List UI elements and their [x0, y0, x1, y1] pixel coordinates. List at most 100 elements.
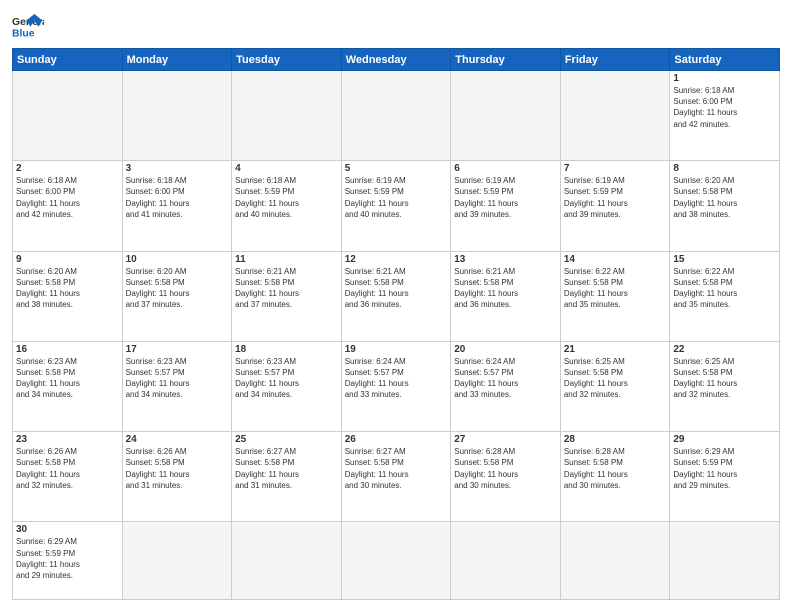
calendar-day-cell: 25Sunrise: 6:27 AM Sunset: 5:58 PM Dayli…: [232, 432, 342, 522]
calendar-day-cell: [451, 71, 561, 161]
day-info: Sunrise: 6:20 AM Sunset: 5:58 PM Dayligh…: [673, 175, 776, 220]
day-number: 25: [235, 434, 338, 445]
day-number: 12: [345, 254, 448, 265]
day-number: 22: [673, 344, 776, 355]
day-number: 24: [126, 434, 229, 445]
day-info: Sunrise: 6:18 AM Sunset: 6:00 PM Dayligh…: [673, 85, 776, 130]
calendar-day-cell: [451, 522, 561, 600]
day-info: Sunrise: 6:28 AM Sunset: 5:58 PM Dayligh…: [564, 446, 667, 491]
day-info: Sunrise: 6:22 AM Sunset: 5:58 PM Dayligh…: [564, 266, 667, 311]
day-info: Sunrise: 6:23 AM Sunset: 5:58 PM Dayligh…: [16, 356, 119, 401]
day-number: 29: [673, 434, 776, 445]
calendar-day-cell: 27Sunrise: 6:28 AM Sunset: 5:58 PM Dayli…: [451, 432, 561, 522]
day-info: Sunrise: 6:23 AM Sunset: 5:57 PM Dayligh…: [126, 356, 229, 401]
calendar-day-cell: 29Sunrise: 6:29 AM Sunset: 5:59 PM Dayli…: [670, 432, 780, 522]
calendar-day-cell: 1Sunrise: 6:18 AM Sunset: 6:00 PM Daylig…: [670, 71, 780, 161]
day-info: Sunrise: 6:21 AM Sunset: 5:58 PM Dayligh…: [345, 266, 448, 311]
calendar-day-cell: [560, 71, 670, 161]
day-number: 26: [345, 434, 448, 445]
day-info: Sunrise: 6:27 AM Sunset: 5:58 PM Dayligh…: [235, 446, 338, 491]
day-info: Sunrise: 6:22 AM Sunset: 5:58 PM Dayligh…: [673, 266, 776, 311]
calendar-day-cell: 18Sunrise: 6:23 AM Sunset: 5:57 PM Dayli…: [232, 341, 342, 431]
calendar-day-cell: 10Sunrise: 6:20 AM Sunset: 5:58 PM Dayli…: [122, 251, 232, 341]
day-number: 30: [16, 524, 119, 535]
calendar-day-cell: 9Sunrise: 6:20 AM Sunset: 5:58 PM Daylig…: [13, 251, 123, 341]
weekday-header-tuesday: Tuesday: [232, 49, 342, 71]
day-info: Sunrise: 6:18 AM Sunset: 5:59 PM Dayligh…: [235, 175, 338, 220]
page: General Blue SundayMondayTuesdayWednesda…: [0, 0, 792, 612]
calendar-day-cell: [122, 71, 232, 161]
day-number: 7: [564, 163, 667, 174]
calendar-day-cell: 6Sunrise: 6:19 AM Sunset: 5:59 PM Daylig…: [451, 161, 561, 251]
day-info: Sunrise: 6:23 AM Sunset: 5:57 PM Dayligh…: [235, 356, 338, 401]
calendar-day-cell: 5Sunrise: 6:19 AM Sunset: 5:59 PM Daylig…: [341, 161, 451, 251]
calendar-week-row: 9Sunrise: 6:20 AM Sunset: 5:58 PM Daylig…: [13, 251, 780, 341]
weekday-header-monday: Monday: [122, 49, 232, 71]
day-info: Sunrise: 6:24 AM Sunset: 5:57 PM Dayligh…: [345, 356, 448, 401]
day-number: 1: [673, 73, 776, 84]
day-info: Sunrise: 6:25 AM Sunset: 5:58 PM Dayligh…: [673, 356, 776, 401]
calendar-day-cell: 20Sunrise: 6:24 AM Sunset: 5:57 PM Dayli…: [451, 341, 561, 431]
calendar-day-cell: [341, 71, 451, 161]
day-number: 14: [564, 254, 667, 265]
day-number: 18: [235, 344, 338, 355]
calendar-day-cell: 28Sunrise: 6:28 AM Sunset: 5:58 PM Dayli…: [560, 432, 670, 522]
day-number: 15: [673, 254, 776, 265]
day-info: Sunrise: 6:19 AM Sunset: 5:59 PM Dayligh…: [454, 175, 557, 220]
day-info: Sunrise: 6:20 AM Sunset: 5:58 PM Dayligh…: [16, 266, 119, 311]
day-number: 5: [345, 163, 448, 174]
calendar-day-cell: 12Sunrise: 6:21 AM Sunset: 5:58 PM Dayli…: [341, 251, 451, 341]
calendar-day-cell: 4Sunrise: 6:18 AM Sunset: 5:59 PM Daylig…: [232, 161, 342, 251]
day-info: Sunrise: 6:18 AM Sunset: 6:00 PM Dayligh…: [16, 175, 119, 220]
day-number: 23: [16, 434, 119, 445]
calendar-table: SundayMondayTuesdayWednesdayThursdayFrid…: [12, 48, 780, 600]
day-number: 13: [454, 254, 557, 265]
calendar-day-cell: 26Sunrise: 6:27 AM Sunset: 5:58 PM Dayli…: [341, 432, 451, 522]
calendar-day-cell: [232, 522, 342, 600]
day-number: 16: [16, 344, 119, 355]
day-number: 17: [126, 344, 229, 355]
header: General Blue: [12, 12, 780, 40]
day-number: 21: [564, 344, 667, 355]
day-info: Sunrise: 6:24 AM Sunset: 5:57 PM Dayligh…: [454, 356, 557, 401]
day-info: Sunrise: 6:29 AM Sunset: 5:59 PM Dayligh…: [16, 536, 119, 581]
day-info: Sunrise: 6:29 AM Sunset: 5:59 PM Dayligh…: [673, 446, 776, 491]
calendar-day-cell: 16Sunrise: 6:23 AM Sunset: 5:58 PM Dayli…: [13, 341, 123, 431]
calendar-day-cell: [341, 522, 451, 600]
calendar-day-cell: [560, 522, 670, 600]
weekday-header-thursday: Thursday: [451, 49, 561, 71]
day-number: 19: [345, 344, 448, 355]
calendar-day-cell: 11Sunrise: 6:21 AM Sunset: 5:58 PM Dayli…: [232, 251, 342, 341]
day-info: Sunrise: 6:28 AM Sunset: 5:58 PM Dayligh…: [454, 446, 557, 491]
calendar-week-row: 23Sunrise: 6:26 AM Sunset: 5:58 PM Dayli…: [13, 432, 780, 522]
day-info: Sunrise: 6:19 AM Sunset: 5:59 PM Dayligh…: [345, 175, 448, 220]
calendar-day-cell: [122, 522, 232, 600]
day-number: 20: [454, 344, 557, 355]
calendar-week-row: 16Sunrise: 6:23 AM Sunset: 5:58 PM Dayli…: [13, 341, 780, 431]
calendar-day-cell: 3Sunrise: 6:18 AM Sunset: 6:00 PM Daylig…: [122, 161, 232, 251]
calendar-day-cell: 13Sunrise: 6:21 AM Sunset: 5:58 PM Dayli…: [451, 251, 561, 341]
calendar-day-cell: 19Sunrise: 6:24 AM Sunset: 5:57 PM Dayli…: [341, 341, 451, 431]
logo: General Blue: [12, 12, 44, 40]
day-info: Sunrise: 6:26 AM Sunset: 5:58 PM Dayligh…: [126, 446, 229, 491]
calendar-week-row: 2Sunrise: 6:18 AM Sunset: 6:00 PM Daylig…: [13, 161, 780, 251]
day-number: 3: [126, 163, 229, 174]
day-info: Sunrise: 6:21 AM Sunset: 5:58 PM Dayligh…: [454, 266, 557, 311]
calendar-day-cell: 14Sunrise: 6:22 AM Sunset: 5:58 PM Dayli…: [560, 251, 670, 341]
day-info: Sunrise: 6:27 AM Sunset: 5:58 PM Dayligh…: [345, 446, 448, 491]
day-info: Sunrise: 6:18 AM Sunset: 6:00 PM Dayligh…: [126, 175, 229, 220]
day-info: Sunrise: 6:20 AM Sunset: 5:58 PM Dayligh…: [126, 266, 229, 311]
calendar-day-cell: [232, 71, 342, 161]
day-number: 4: [235, 163, 338, 174]
generalblue-logo-icon: General Blue: [12, 12, 44, 40]
day-info: Sunrise: 6:19 AM Sunset: 5:59 PM Dayligh…: [564, 175, 667, 220]
calendar-day-cell: 24Sunrise: 6:26 AM Sunset: 5:58 PM Dayli…: [122, 432, 232, 522]
day-number: 11: [235, 254, 338, 265]
day-info: Sunrise: 6:25 AM Sunset: 5:58 PM Dayligh…: [564, 356, 667, 401]
calendar-day-cell: 8Sunrise: 6:20 AM Sunset: 5:58 PM Daylig…: [670, 161, 780, 251]
day-info: Sunrise: 6:26 AM Sunset: 5:58 PM Dayligh…: [16, 446, 119, 491]
day-number: 2: [16, 163, 119, 174]
weekday-header-row: SundayMondayTuesdayWednesdayThursdayFrid…: [13, 49, 780, 71]
calendar-day-cell: 22Sunrise: 6:25 AM Sunset: 5:58 PM Dayli…: [670, 341, 780, 431]
day-number: 6: [454, 163, 557, 174]
